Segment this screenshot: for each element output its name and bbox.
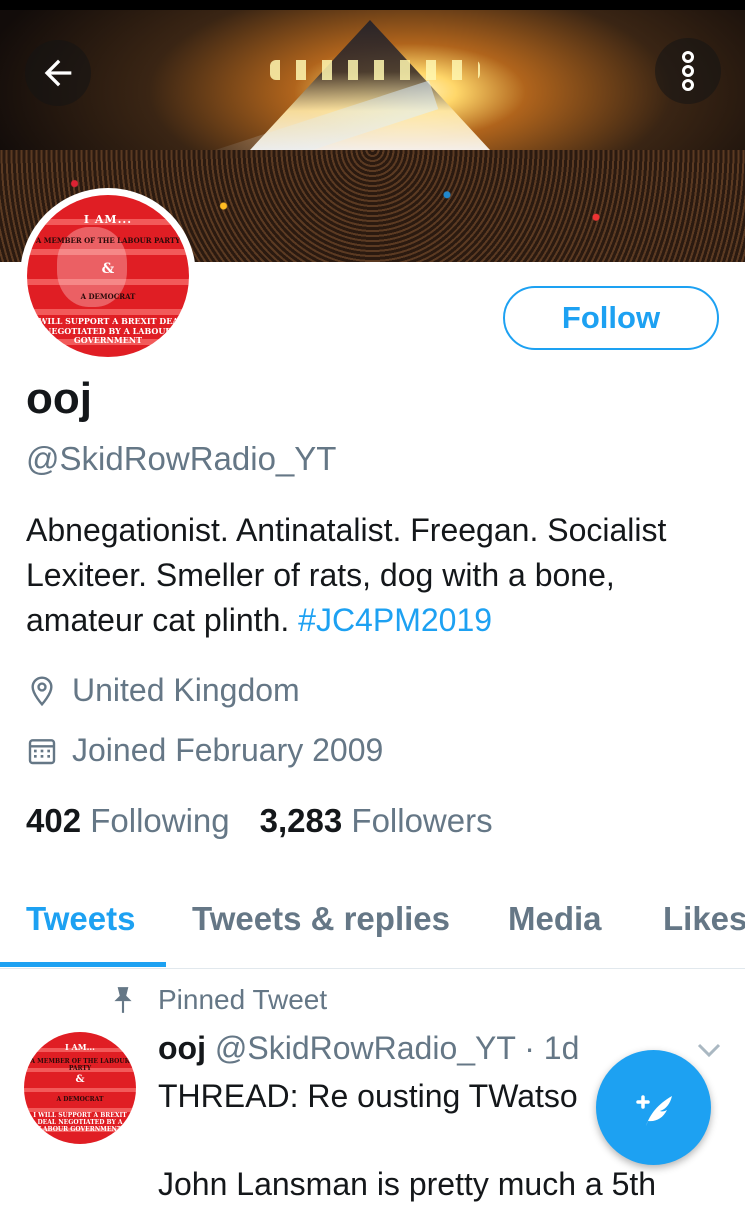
more-vertical-icon [682, 51, 694, 91]
back-arrow-icon [44, 59, 72, 87]
compose-tweet-button[interactable] [596, 1050, 711, 1165]
profile-tabs: Tweets Tweets & replies Media Likes [0, 872, 745, 969]
location-pin-icon [26, 675, 58, 707]
avatar-text-line: I WILL SUPPORT A BREXIT DEAL NEGOTIATED … [33, 1112, 127, 1133]
profile-avatar[interactable]: I AM... A MEMBER OF THE LABOUR PARTY & A… [20, 188, 196, 364]
following-link[interactable]: 402 Following [26, 802, 230, 839]
pinned-text: Pinned Tweet [158, 984, 328, 1015]
avatar-image: I AM... A MEMBER OF THE LABOUR PARTY & A… [27, 195, 189, 357]
avatar-text-line: A DEMOCRAT [80, 292, 136, 301]
followers-count: 3,283 [259, 802, 343, 839]
banner-lights [270, 60, 480, 80]
followers-link[interactable]: 3,283 Followers [260, 802, 493, 839]
pin-icon [114, 987, 132, 1013]
profile-handle: @SkidRowRadio_YT [26, 440, 337, 477]
avatar-text-line: A DEMOCRAT [56, 1096, 104, 1103]
following-label: Following [90, 802, 230, 839]
avatar-text-line: A MEMBER OF THE LABOUR PARTY [35, 236, 181, 245]
avatar-text-line: I AM... [83, 213, 133, 226]
compose-tweet-icon [635, 1094, 672, 1126]
active-tab-indicator [0, 962, 166, 967]
profile-stats: 402 Following 3,283 Followers [26, 802, 493, 840]
tweet-author-handle: @SkidRowRadio_YT [214, 1030, 516, 1066]
avatar-text-line: A MEMBER OF THE LABOUR PARTY [30, 1058, 130, 1072]
avatar-text-line: & [101, 261, 115, 277]
location-text: United Kingdom [72, 672, 300, 708]
profile-joined: Joined February 2009 [26, 732, 383, 769]
tab-likes[interactable]: Likes [663, 900, 745, 938]
avatar-text-line: & [75, 1074, 85, 1085]
profile-bio: Abnegationist. Antinatalist. Freegan. So… [26, 508, 726, 643]
calendar-icon [26, 735, 58, 767]
profile-location: United Kingdom [26, 672, 300, 709]
tweet-author-name[interactable]: ooj [158, 1030, 206, 1066]
tweet-header: ooj @SkidRowRadio_YT · 1d [158, 1030, 579, 1067]
avatar-text-line: I WILL SUPPORT A BREXIT DEAL NEGOTIATED … [31, 316, 185, 346]
tab-tweets[interactable]: Tweets [26, 900, 135, 938]
follow-button[interactable]: Follow [503, 286, 719, 350]
following-count: 402 [26, 802, 82, 839]
followers-label: Followers [351, 802, 493, 839]
chevron-down-icon[interactable] [696, 1040, 722, 1060]
tab-media[interactable]: Media [508, 900, 602, 938]
pinned-tweet-label: Pinned Tweet [110, 984, 327, 1016]
joined-text: Joined February 2009 [72, 732, 384, 768]
avatar-text-line: I AM... [65, 1042, 95, 1052]
profile-name: ooj [26, 374, 92, 423]
tweet-author-avatar[interactable]: I AM... A MEMBER OF THE LABOUR PARTY & A… [24, 1032, 136, 1144]
tab-tweets-replies[interactable]: Tweets & replies [192, 900, 450, 938]
back-button[interactable] [25, 40, 91, 106]
more-options-button[interactable] [655, 38, 721, 104]
bio-hashtag-link[interactable]: #JC4PM2019 [298, 602, 492, 638]
status-bar [0, 0, 745, 10]
tweet-time: · 1d [524, 1030, 580, 1066]
